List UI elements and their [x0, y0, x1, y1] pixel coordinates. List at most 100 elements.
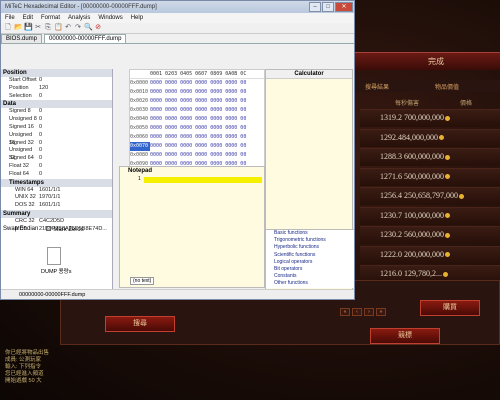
hex-row[interactable]: 0x0060 0000 0000 0000 0000 0000 0000 00	[130, 133, 264, 142]
hex-offset: 0x0010	[130, 89, 149, 95]
undo-icon[interactable]: ↶	[64, 24, 72, 32]
notepad-tab[interactable]: (no text)	[130, 277, 155, 285]
new-icon[interactable]: 🗋	[4, 24, 12, 32]
field-label: Float 32	[9, 162, 29, 169]
hex-bytes[interactable]: 0000 0000 0000 0000 0000 0000 00	[150, 97, 246, 106]
pager-prev[interactable]: ‹	[352, 308, 362, 316]
hex-row[interactable]: 0x0050 0000 0000 0000 0000 0000 0000 00	[130, 124, 264, 133]
gold-coin-icon	[445, 115, 450, 121]
close-button[interactable]: ✕	[335, 2, 353, 12]
redo-icon[interactable]: ↷	[74, 24, 82, 32]
field-value: 0	[39, 162, 43, 169]
mark-zeros-checkbox[interactable]: Mark Zeros	[46, 226, 84, 233]
hex-offset: 0x0070	[130, 142, 150, 151]
paste-icon[interactable]: 📋	[54, 24, 63, 32]
save-icon[interactable]: 💾	[24, 24, 33, 32]
field-value: 1601/1/1	[39, 186, 61, 193]
hex-row[interactable]: 0x0070 0000 0000 0000 0000 0000 0000 00	[130, 142, 264, 151]
hex-offset: 0x0080	[130, 152, 149, 158]
calc-function-item[interactable]: Trigonometric functions	[266, 237, 354, 244]
game-tabs: 搜尋結果 物品價值	[355, 80, 500, 92]
hex-view[interactable]: 0001 0203 0405 0607 0809 0A0B 0C 0x0000 0…	[129, 69, 265, 167]
swap-endian-button[interactable]: Swap Endian	[3, 226, 38, 233]
listing-text: 1319.2 700,000,000	[380, 113, 500, 129]
pager-last[interactable]: »	[376, 308, 386, 316]
calc-function-item[interactable]: Hyperbolic functions	[266, 244, 354, 251]
gold-coin-icon	[445, 213, 450, 219]
menu-item-windows[interactable]: Windows	[98, 15, 122, 21]
copy-icon[interactable]: ⎘	[44, 24, 52, 32]
field-label: Selection	[9, 92, 32, 99]
tab-bios-dump[interactable]: BIOS.dump	[1, 34, 43, 43]
menu-item-format[interactable]: Format	[41, 15, 60, 21]
listing-text: 1222.0 200,000,000	[380, 250, 500, 266]
calculator-function-list: Basic functions Trigonometric functions Hy…	[266, 229, 354, 288]
cut-icon[interactable]: ✂	[34, 24, 42, 32]
tab-search-results[interactable]: 搜尋結果	[365, 82, 389, 91]
field-label: Signed 8	[9, 108, 31, 115]
calc-function-item[interactable]: Scientific functions	[266, 252, 354, 259]
open-icon[interactable]: 📂	[14, 24, 23, 32]
menu-item-analysis[interactable]: Analysis	[68, 15, 90, 21]
hex-bytes[interactable]: 0000 0000 0000 0000 0000 0000 00	[150, 79, 246, 88]
hex-row[interactable]: 0x0080 0000 0000 0000 0000 0000 0000 00	[130, 151, 264, 160]
buy-button[interactable]: 購買	[420, 300, 480, 316]
hex-bytes[interactable]: 0000 0000 0000 0000 0000 0000 00	[150, 124, 246, 133]
notepad-panel: Notepad 1 (no text)	[119, 166, 265, 288]
minimize-button[interactable]: –	[309, 2, 321, 12]
hex-row[interactable]: 0x0000 0000 0000 0000 0000 0000 0000 00	[130, 79, 264, 88]
hex-row[interactable]: 0x0010 0000 0000 0000 0000 0000 0000 00	[130, 88, 264, 97]
calc-function-item[interactable]: Constants	[266, 273, 354, 280]
hex-bytes[interactable]: 0000 0000 0000 0000 0000 0000 00	[150, 142, 246, 151]
tab-dump-active[interactable]: 00000000-00000FFF.dump	[44, 34, 127, 43]
menu-item-help[interactable]: Help	[131, 15, 143, 21]
hex-row[interactable]: 0x0020 0000 0000 0000 0000 0000 0000 00	[130, 97, 264, 106]
file-label: DUMP 용량s	[41, 269, 72, 275]
hex-row[interactable]: 0x0040 0000 0000 0000 0000 0000 0000 00	[130, 115, 264, 124]
section-timestamps: Timestamps	[1, 178, 112, 187]
calc-function-item[interactable]: Logical operators	[266, 259, 354, 266]
complete-label: 完成	[428, 57, 444, 66]
chat-line: 你已經將物品出售	[5, 350, 50, 356]
timestamps-row: WIN 64 1601/1/1	[1, 187, 112, 195]
hex-bytes[interactable]: 0000 0000 0000 0000 0000 0000 00	[150, 151, 246, 160]
stop-icon[interactable]: ⊘	[94, 24, 102, 32]
listing-value: 1230.7 100,000,000	[380, 210, 444, 220]
search-button[interactable]: 搜尋	[105, 316, 175, 332]
hex-row[interactable]: 0x0030 0000 0000 0000 0000 0000 0000 00	[130, 106, 264, 115]
calc-function-item[interactable]: Other functions	[266, 280, 354, 287]
listing-text: 1256.4 250,658,797,000	[380, 191, 500, 207]
timestamps-row: UNIX 32 1970/1/1	[1, 194, 112, 202]
chat-line: 成員: 公測玩家	[5, 357, 42, 363]
tab-item-value[interactable]: 物品價值	[435, 82, 459, 91]
chat-line: 您已經進入頻道	[5, 371, 44, 377]
hex-bytes[interactable]: 0000 0000 0000 0000 0000 0000 00	[150, 115, 246, 124]
document-tabs: BIOS.dump 00000000-00000FFF.dump	[1, 34, 354, 44]
pager-first[interactable]: «	[340, 308, 350, 316]
pager-next[interactable]: ›	[364, 308, 374, 316]
notepad-title: Notepad	[128, 168, 152, 174]
file-icon[interactable]	[47, 247, 61, 265]
hex-bytes[interactable]: 0000 0000 0000 0000 0000 0000 00	[150, 106, 246, 115]
listing-text: 1292.484,000,000	[380, 133, 500, 149]
section-position: Position	[1, 69, 112, 77]
hex-bytes[interactable]: 0000 0000 0000 0000 0000 0000 00	[150, 133, 246, 142]
title-bar: MiTeC Hexadecimal Editor - [00000000-000…	[1, 1, 354, 13]
calc-function-item[interactable]: Basic functions	[266, 230, 354, 237]
hex-bytes[interactable]: 0000 0000 0000 0000 0000 0000 00	[150, 88, 246, 97]
data-row: Signed 8 0	[1, 108, 112, 116]
calc-function-item[interactable]: Bit operators	[266, 266, 354, 273]
data-row: Signed 64 0	[1, 155, 112, 163]
find-icon[interactable]: 🔍	[84, 24, 93, 32]
maximize-button[interactable]: □	[322, 2, 334, 12]
bid-button[interactable]: 競標	[370, 328, 440, 344]
notepad-text-area[interactable]	[144, 177, 262, 183]
section-summary: Summary	[1, 209, 112, 218]
menu-item-file[interactable]: File	[5, 15, 15, 21]
listing-text: 1288.3 600,000,000	[380, 152, 500, 168]
hex-offset: 0x0020	[130, 98, 149, 104]
menu-item-edit[interactable]: Edit	[23, 15, 33, 21]
hex-offset: 0x0030	[130, 107, 149, 113]
listing-text: 1271.6 500,000,000	[380, 172, 500, 188]
chat-line: 開始遊戲 50 大	[5, 378, 42, 384]
